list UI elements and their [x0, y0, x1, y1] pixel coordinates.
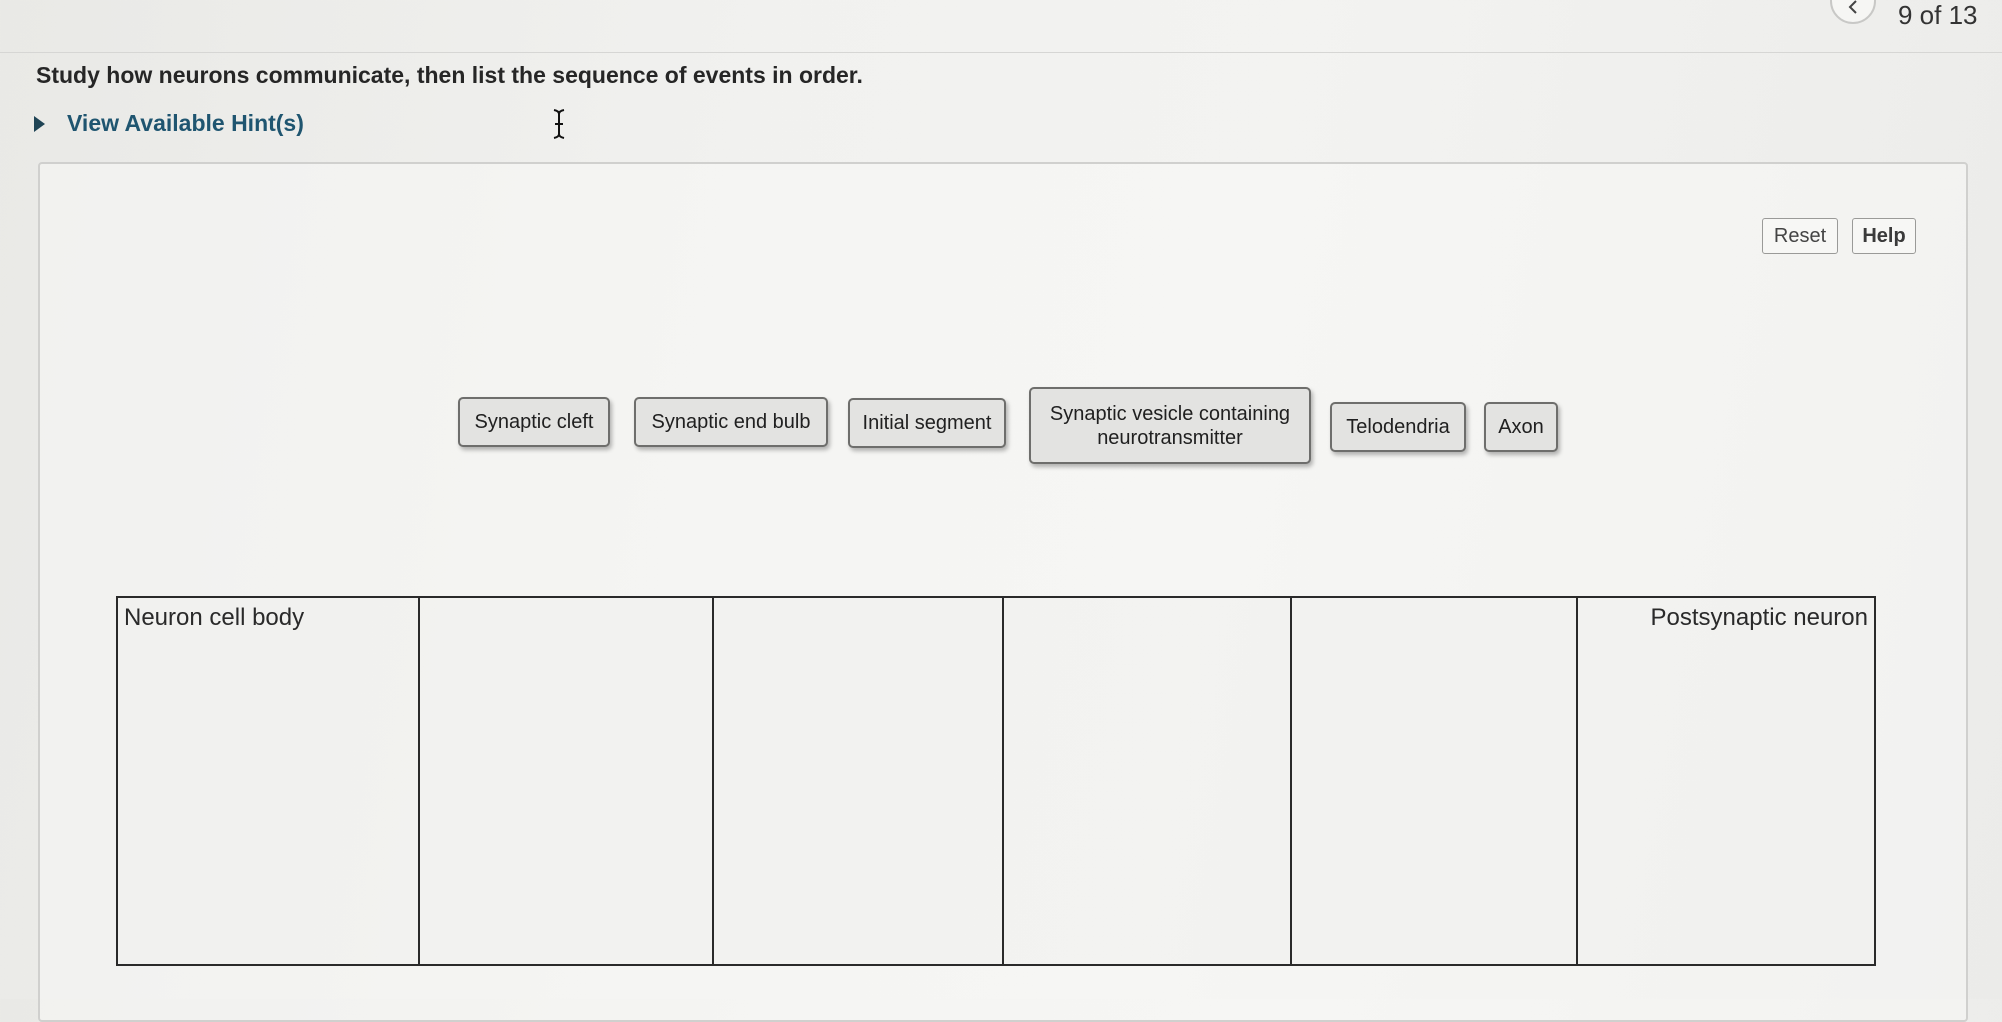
sequence-end-label: Postsynaptic neuron — [1650, 604, 1868, 631]
sequence-start-label: Neuron cell body — [124, 604, 305, 631]
help-button[interactable]: Help — [1852, 218, 1916, 254]
sequence-start-cell: Neuron cell body — [118, 598, 420, 964]
sequence-end-cell: Postsynaptic neuron — [1578, 598, 1874, 964]
caret-right-icon — [34, 115, 45, 132]
sequence-table: Neuron cell body Postsynaptic neuron — [116, 596, 1876, 966]
label-axon[interactable]: Axon — [1484, 402, 1558, 452]
label-synaptic-end-bulb[interactable]: Synaptic end bulb — [634, 397, 828, 447]
label-telodendria[interactable]: Telodendria — [1330, 402, 1466, 452]
text-cursor-icon — [551, 108, 567, 145]
drop-target-2[interactable] — [714, 598, 1004, 964]
drop-target-4[interactable] — [1292, 598, 1578, 964]
drop-target-3[interactable] — [1004, 598, 1292, 964]
question-counter: 9 of 13 — [1898, 0, 1978, 30]
drop-target-1[interactable] — [420, 598, 714, 964]
label-initial-segment[interactable]: Initial segment — [848, 398, 1006, 448]
reset-button[interactable]: Reset — [1762, 218, 1838, 254]
label-synaptic-cleft[interactable]: Synaptic cleft — [458, 397, 610, 447]
view-hints-label: View Available Hint(s) — [67, 110, 304, 136]
label-synaptic-vesicle[interactable]: Synaptic vesicle containing neurotransmi… — [1029, 387, 1311, 464]
previous-question-button[interactable] — [1830, 0, 1876, 24]
question-prompt: Study how neurons communicate, then list… — [36, 62, 863, 88]
chevron-left-icon — [1848, 0, 1857, 14]
view-hints-toggle[interactable]: View Available Hint(s) — [34, 110, 304, 137]
header-divider — [0, 52, 2002, 53]
